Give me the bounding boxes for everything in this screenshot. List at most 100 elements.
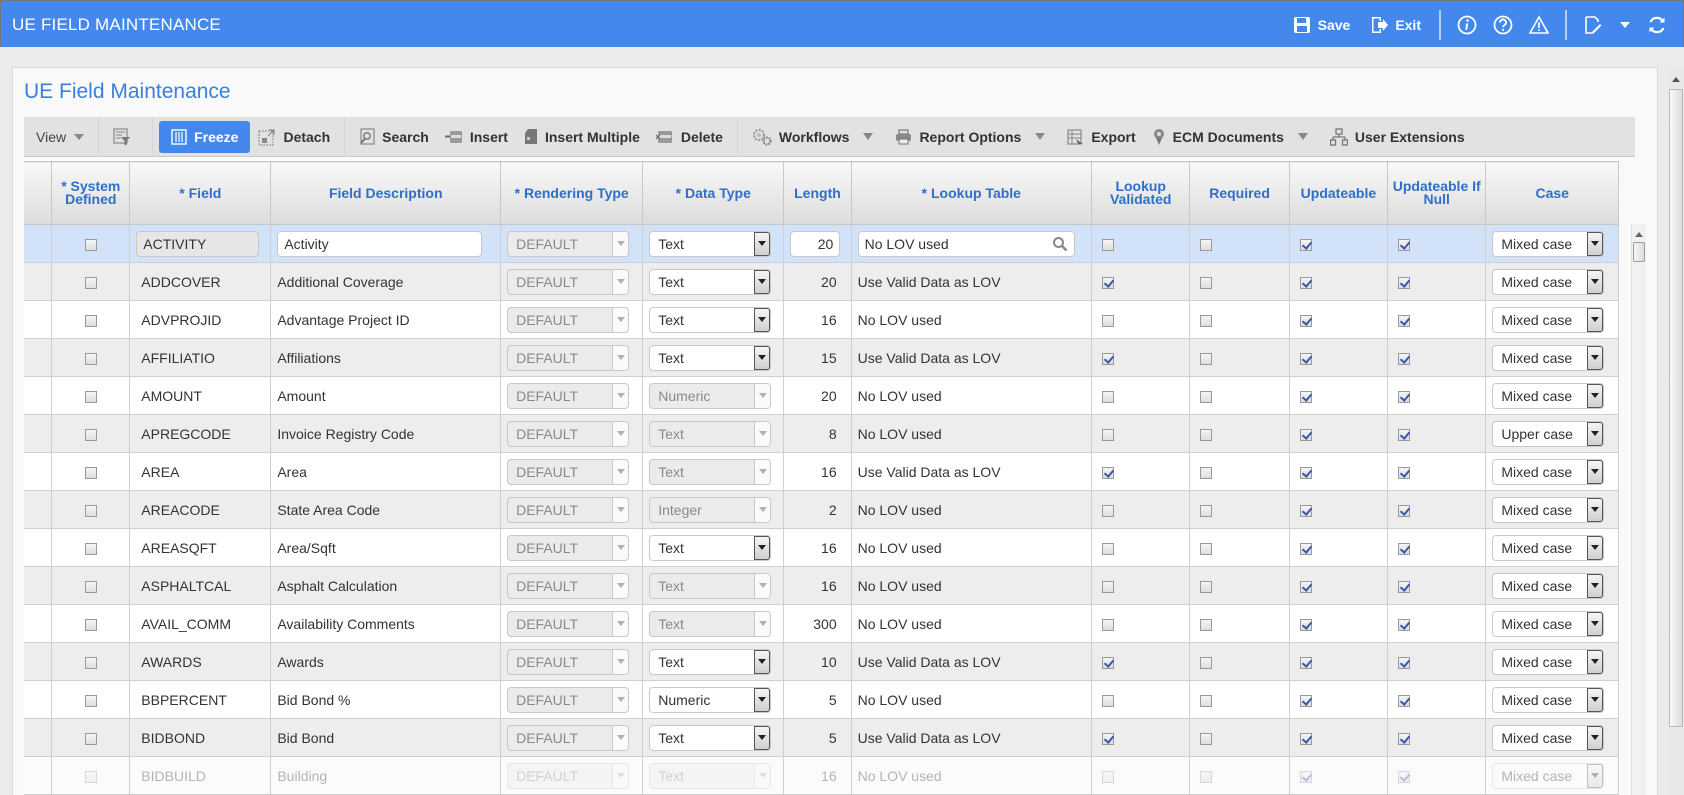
length-cell[interactable]: 20	[783, 376, 852, 415]
system-defined-checkbox[interactable]	[84, 466, 97, 479]
case-select[interactable]: Mixed case	[1492, 230, 1605, 257]
scroll-up-arrow-icon[interactable]	[1635, 232, 1643, 237]
updateable-checkbox[interactable]	[1299, 428, 1312, 441]
lookup-table-cell[interactable]: No LOV used	[851, 528, 1093, 567]
data-type-select[interactable]: Text	[649, 534, 772, 561]
case-select[interactable]: Mixed case	[1492, 458, 1605, 485]
required-checkbox[interactable]	[1200, 694, 1213, 707]
case-select[interactable]: Mixed case	[1492, 686, 1605, 713]
description-cell[interactable]: Building	[270, 756, 502, 795]
description-cell[interactable]: Bid Bond %	[270, 680, 502, 719]
length-input[interactable]: 20	[790, 230, 841, 257]
system-defined-checkbox[interactable]	[84, 732, 97, 745]
required-checkbox[interactable]	[1200, 618, 1213, 631]
system-defined-checkbox[interactable]	[84, 352, 97, 365]
updateable-checkbox[interactable]	[1299, 238, 1312, 251]
export-button[interactable]: Export	[1059, 121, 1143, 153]
rendering-type-select[interactable]: DEFAULT	[507, 268, 630, 295]
updateable-if-null-checkbox[interactable]	[1398, 314, 1411, 327]
updateable-if-null-checkbox[interactable]	[1398, 732, 1411, 745]
updateable-checkbox[interactable]	[1299, 770, 1312, 783]
updateable-if-null-checkbox[interactable]	[1398, 390, 1411, 403]
updateable-if-null-checkbox[interactable]	[1398, 352, 1411, 365]
help-button[interactable]	[1493, 15, 1513, 35]
rendering-type-select[interactable]: DEFAULT	[507, 306, 630, 333]
table-row[interactable]: AWARDS Awards DEFAULT Text 10 Use Valid Data …	[24, 642, 1619, 681]
case-select[interactable]: Mixed case	[1492, 610, 1605, 637]
lookup-validated-checkbox[interactable]	[1102, 504, 1115, 517]
description-input[interactable]: Activity	[277, 230, 483, 257]
alerts-button[interactable]	[1529, 14, 1549, 35]
required-checkbox[interactable]	[1200, 732, 1213, 745]
freeze-button[interactable]: Freeze	[159, 120, 251, 153]
length-cell[interactable]: 16	[783, 566, 852, 605]
lookup-validated-checkbox[interactable]	[1102, 352, 1115, 365]
system-defined-checkbox[interactable]	[84, 276, 97, 289]
length-cell[interactable]: 2	[783, 490, 852, 529]
data-type-select[interactable]: Text	[649, 610, 772, 637]
updateable-checkbox[interactable]	[1299, 694, 1312, 707]
page-scroll-up-arrow-icon[interactable]	[1672, 77, 1680, 82]
table-row[interactable]: BIDBOND Bid Bond DEFAULT Text 5 Use Valid Dat…	[24, 718, 1619, 757]
row-selector[interactable]	[24, 490, 53, 529]
rendering-type-select[interactable]: DEFAULT	[507, 724, 630, 751]
required-checkbox[interactable]	[1200, 314, 1213, 327]
required-checkbox[interactable]	[1200, 542, 1213, 555]
case-select[interactable]: Mixed case	[1492, 382, 1605, 409]
data-type-select[interactable]: Integer	[649, 496, 772, 523]
column-header-case[interactable]: Case	[1485, 161, 1619, 225]
lookup-table-cell[interactable]: No LOV used	[851, 414, 1093, 453]
length-cell[interactable]: 16	[783, 528, 852, 567]
data-type-select[interactable]: Text	[649, 306, 772, 333]
description-cell[interactable]: Bid Bond	[270, 718, 502, 757]
grid-scroll-thumb[interactable]	[1633, 242, 1645, 262]
updateable-checkbox[interactable]	[1299, 656, 1312, 669]
data-type-select[interactable]: Text	[649, 458, 772, 485]
lookup-validated-checkbox[interactable]	[1102, 618, 1115, 631]
updateable-if-null-checkbox[interactable]	[1398, 770, 1411, 783]
data-type-select[interactable]: Text	[649, 762, 772, 789]
table-row[interactable]: AVAIL_COMM Availability Comments DEFAULT Te…	[24, 604, 1619, 643]
updateable-checkbox[interactable]	[1299, 732, 1312, 745]
report-options-dropdown-icon[interactable]	[1035, 133, 1046, 140]
system-defined-checkbox[interactable]	[84, 504, 97, 517]
description-cell[interactable]: Awards	[270, 642, 502, 681]
row-selector[interactable]	[24, 338, 53, 377]
system-defined-checkbox[interactable]	[84, 314, 97, 327]
data-type-select[interactable]: Text	[649, 344, 772, 371]
column-header-updateable[interactable]: Updateable	[1289, 161, 1389, 225]
lookup-table-cell[interactable]: No LOV used	[851, 604, 1093, 643]
rendering-type-select[interactable]: DEFAULT	[507, 420, 630, 447]
case-select[interactable]: Mixed case	[1492, 268, 1605, 295]
table-row[interactable]: APREGCODE Invoice Registry Code DEFAULT Tex…	[24, 414, 1619, 453]
table-row[interactable]: AREA Area DEFAULT Text 16 Use Valid Data as L…	[24, 452, 1619, 491]
lookup-validated-checkbox[interactable]	[1102, 694, 1115, 707]
row-selector[interactable]	[24, 756, 53, 795]
case-select[interactable]: Mixed case	[1492, 344, 1605, 371]
field-input[interactable]: ACTIVITY	[136, 230, 260, 257]
updateable-if-null-checkbox[interactable]	[1398, 542, 1411, 555]
lookup-validated-checkbox[interactable]	[1102, 276, 1115, 289]
description-cell[interactable]: Area/Sqft	[270, 528, 502, 567]
system-defined-checkbox[interactable]	[84, 656, 97, 669]
data-type-select[interactable]: Numeric	[649, 686, 772, 713]
table-row[interactable]: ASPHALTCAL Asphalt Calculation DEFAULT Text…	[24, 566, 1619, 605]
case-select[interactable]: Mixed case	[1492, 724, 1605, 751]
length-cell[interactable]: 16	[783, 452, 852, 491]
rendering-type-select[interactable]: DEFAULT	[507, 572, 630, 599]
exit-button[interactable]: Exit	[1370, 16, 1421, 34]
length-cell[interactable]: 10	[783, 642, 852, 681]
user-extensions-button[interactable]: User Extensions	[1322, 121, 1473, 153]
case-select[interactable]: Mixed case	[1492, 496, 1605, 523]
lookup-validated-checkbox[interactable]	[1102, 732, 1115, 745]
search-button[interactable]: Search	[351, 121, 437, 153]
lookup-table-cell[interactable]: No LOV used	[851, 490, 1093, 529]
row-selector[interactable]	[24, 414, 53, 453]
row-selector[interactable]	[24, 224, 53, 263]
system-defined-checkbox[interactable]	[84, 238, 97, 251]
system-defined-checkbox[interactable]	[84, 580, 97, 593]
data-type-select[interactable]: Text	[649, 648, 772, 675]
data-type-select[interactable]: Text	[649, 572, 772, 599]
column-header-required[interactable]: Required	[1189, 161, 1290, 225]
refresh-button[interactable]	[1647, 15, 1667, 35]
